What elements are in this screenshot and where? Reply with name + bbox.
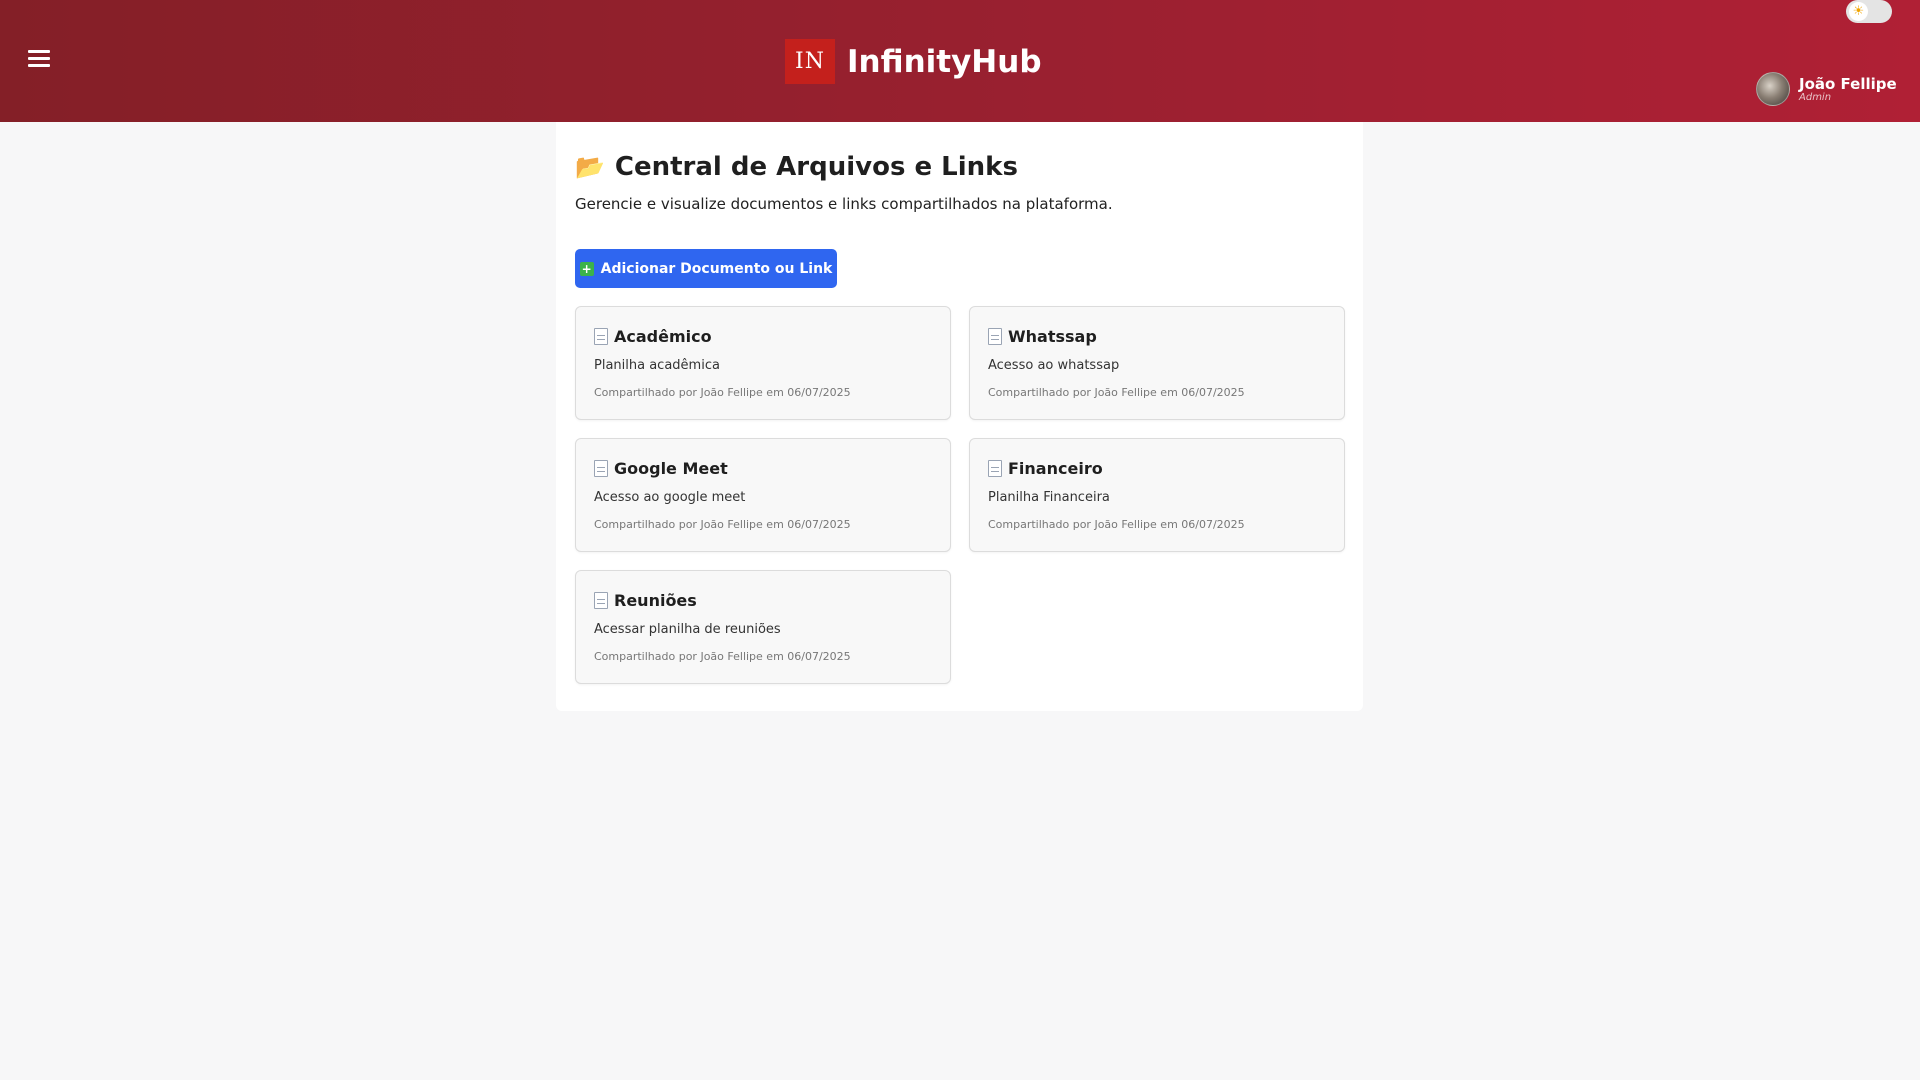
card-title: Acadêmico <box>594 327 712 346</box>
files-panel: 📂 Central de Arquivos e Links Gerencie e… <box>556 122 1363 711</box>
card-title: Whatssap <box>988 327 1097 346</box>
card-description: Acesso ao whatssap <box>988 358 1120 373</box>
open-folder-icon: 📂 <box>575 153 605 181</box>
top-header: IN InfinityHub ☀ João Fellipe Admin <box>0 0 1920 122</box>
hamburger-menu-icon[interactable] <box>28 50 50 68</box>
file-card-academico[interactable]: Acadêmico Planilha acadêmica Compartilha… <box>575 306 951 420</box>
card-title-text: Google Meet <box>614 459 728 478</box>
add-document-button[interactable]: + Adicionar Documento ou Link <box>575 249 837 288</box>
page-title-text: Central de Arquivos e Links <box>614 152 1018 182</box>
card-title: Reuniões <box>594 591 697 610</box>
file-card-reunioes[interactable]: Reuniões Acessar planilha de reuniões Co… <box>575 570 951 684</box>
card-meta: Compartilhado por João Fellipe em 06/07/… <box>988 386 1245 399</box>
card-description: Acessar planilha de reuniões <box>594 622 781 637</box>
document-icon <box>594 328 608 345</box>
card-title-text: Financeiro <box>1008 459 1103 478</box>
card-meta: Compartilhado por João Fellipe em 06/07/… <box>594 650 851 663</box>
card-title-text: Whatssap <box>1008 327 1097 346</box>
avatar <box>1756 72 1790 106</box>
page-subtitle: Gerencie e visualize documentos e links … <box>575 195 1113 213</box>
theme-toggle[interactable]: ☀ <box>1846 0 1892 23</box>
file-card-whatssap[interactable]: Whatssap Acesso ao whatssap Compartilhad… <box>969 306 1345 420</box>
card-meta: Compartilhado por João Fellipe em 06/07/… <box>594 518 851 531</box>
plus-icon: + <box>579 261 594 276</box>
logo: IN <box>785 39 835 84</box>
document-icon <box>594 460 608 477</box>
document-icon <box>988 328 1002 345</box>
card-meta: Compartilhado por João Fellipe em 06/07/… <box>594 386 851 399</box>
card-description: Planilha acadêmica <box>594 358 720 373</box>
file-card-google-meet[interactable]: Google Meet Acesso ao google meet Compar… <box>575 438 951 552</box>
card-description: Acesso ao google meet <box>594 490 746 505</box>
app-title: InfinityHub <box>847 44 1042 80</box>
card-title: Google Meet <box>594 459 728 478</box>
card-description: Planilha Financeira <box>988 490 1110 505</box>
card-title-text: Reuniões <box>614 591 697 610</box>
user-profile[interactable]: João Fellipe Admin <box>1756 72 1897 106</box>
user-name: João Fellipe <box>1799 74 1897 93</box>
add-document-button-label: Adicionar Documento ou Link <box>600 260 833 277</box>
card-meta: Compartilhado por João Fellipe em 06/07/… <box>988 518 1245 531</box>
sun-icon: ☀ <box>1849 2 1868 21</box>
user-role: Admin <box>1799 91 1832 103</box>
document-icon <box>594 592 608 609</box>
document-icon <box>988 460 1002 477</box>
card-title: Financeiro <box>988 459 1103 478</box>
card-title-text: Acadêmico <box>614 327 712 346</box>
page-title: 📂 Central de Arquivos e Links <box>575 152 1018 182</box>
file-card-financeiro[interactable]: Financeiro Planilha Financeira Compartil… <box>969 438 1345 552</box>
